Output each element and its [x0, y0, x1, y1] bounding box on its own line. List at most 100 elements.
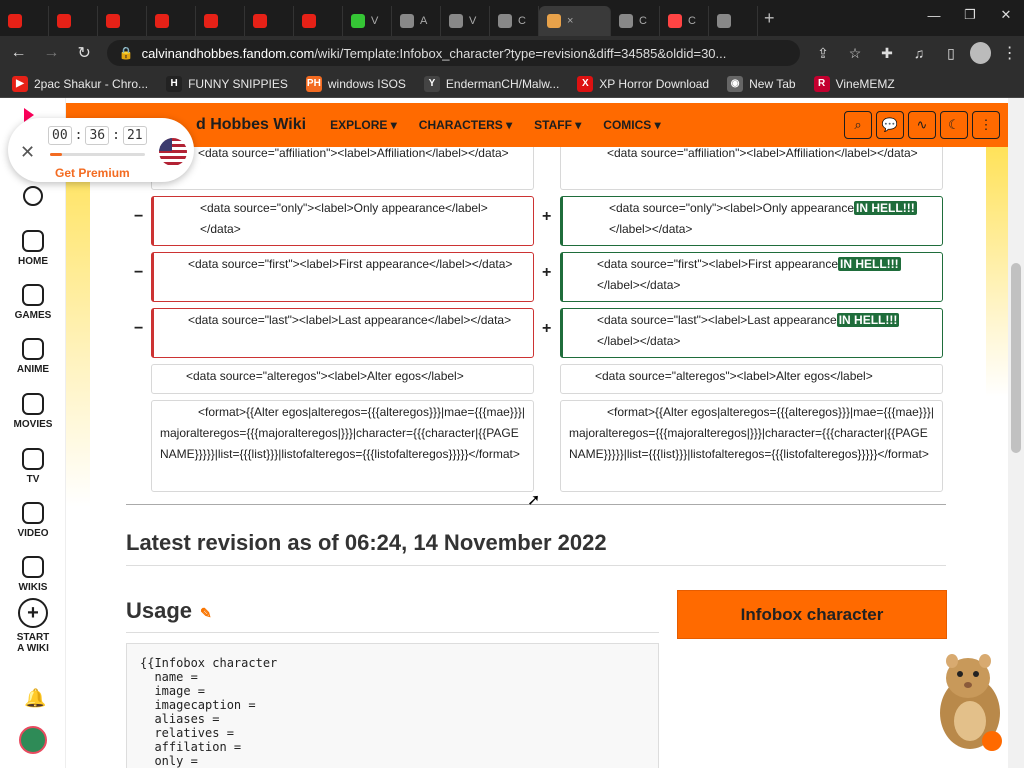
minimize-icon[interactable]: —: [916, 0, 952, 30]
rail-item-video[interactable]: VIDEO: [0, 502, 66, 539]
edit-pencil-icon[interactable]: ✎: [200, 605, 212, 621]
bookmark-label: VineMEMZ: [835, 76, 895, 91]
profile-avatar[interactable]: [969, 42, 992, 64]
bookmark-item[interactable]: ▶ 2pac Shakur - Chro...: [12, 75, 148, 92]
bookmark-icon: PH: [305, 75, 322, 92]
dark-mode-icon[interactable]: ☾: [940, 111, 968, 139]
plus-circle-icon: +: [18, 598, 48, 628]
usage-code-block[interactable]: {{Infobox character name = image = image…: [126, 643, 659, 768]
share-icon[interactable]: ⇪: [810, 40, 836, 66]
browser-tab[interactable]: [98, 6, 147, 36]
page-viewport: <data source="affiliation"><label>Affili…: [0, 98, 1024, 768]
browser-tab[interactable]: V: [343, 6, 392, 36]
bookmark-item[interactable]: R VineMEMZ: [813, 75, 895, 92]
us-flag-icon[interactable]: [159, 138, 187, 166]
bookmark-label: windows ISOS: [327, 76, 406, 91]
timer-progress: [50, 153, 145, 156]
tab-label: V: [469, 15, 477, 27]
tab-favicon-icon: [668, 14, 682, 28]
bookmarks-bar: ▶ 2pac Shakur - Chro... H FUNNY SNIPPIES PH w…: [0, 70, 1024, 98]
bookmark-item[interactable]: PH windows ISOS: [305, 75, 406, 92]
browser-tab[interactable]: V: [441, 6, 490, 36]
scroll-thumb[interactable]: [1011, 263, 1021, 453]
rail-item-home[interactable]: HOME: [0, 230, 66, 267]
nav-staff[interactable]: STAFF ▾: [534, 118, 581, 132]
tab-favicon-icon: [351, 14, 365, 28]
start-wiki-button[interactable]: + START A WIKI: [0, 598, 66, 654]
browser-tab[interactable]: A: [392, 6, 441, 36]
fandom-left-rail: + START A WIKI 🔔 HOME GAMES ANIME MOVIES TV V…: [0, 98, 66, 768]
rail-item-movies[interactable]: MOVIES: [0, 393, 66, 430]
notifications-bell-icon[interactable]: 🔔: [24, 688, 46, 709]
browser-tab[interactable]: [709, 6, 758, 36]
wiki-name[interactable]: d Hobbes Wiki: [196, 116, 306, 134]
wikis-icon: [22, 556, 44, 578]
browser-toolbar: ← → ↻ 🔒 calvinandhobbes.fandom.com/wiki/…: [0, 36, 1024, 70]
address-bar[interactable]: 🔒 calvinandhobbes.fandom.com/wiki/Templa…: [106, 40, 800, 66]
bookmark-item[interactable]: H FUNNY SNIPPIES: [166, 75, 288, 92]
activity-icon[interactable]: ∿: [908, 111, 936, 139]
browser-tab[interactable]: ×: [539, 6, 611, 36]
close-window-icon[interactable]: ✕: [988, 0, 1024, 30]
forward-icon[interactable]: →: [37, 38, 66, 68]
user-avatar[interactable]: [19, 726, 47, 754]
discussions-icon[interactable]: 💬: [876, 111, 904, 139]
star-icon[interactable]: ☆: [842, 40, 868, 66]
media-icon[interactable]: ♫: [906, 40, 932, 66]
browser-tab[interactable]: [0, 6, 49, 36]
back-icon[interactable]: ←: [4, 38, 33, 68]
new-tab-button[interactable]: +: [764, 8, 775, 29]
browser-tab[interactable]: [245, 6, 294, 36]
diff-added-line: <data source="only"><label>Only appearan…: [560, 196, 943, 246]
diff-inserted-text: IN HELL!!!: [838, 257, 901, 271]
bookmark-label: FUNNY SNIPPIES: [188, 76, 288, 91]
games-icon: [22, 284, 44, 306]
browser-tab[interactable]: [49, 6, 98, 36]
diff-context-right: <data source="affiliation"><label>Affili…: [560, 142, 943, 190]
rail-item-tv[interactable]: TV: [0, 448, 66, 485]
reload-icon[interactable]: ↻: [70, 38, 99, 68]
nav-explore[interactable]: EXPLORE ▾: [330, 118, 397, 132]
usage-heading: Usage ✎: [126, 598, 212, 623]
search-icon[interactable]: ⌕: [844, 111, 872, 139]
bookmark-label: XP Horror Download: [599, 76, 710, 91]
tv-icon: [22, 448, 44, 470]
divider: [126, 565, 946, 566]
browser-tab[interactable]: [294, 6, 343, 36]
rail-item-games[interactable]: GAMES: [0, 284, 66, 321]
bookmark-icon: H: [166, 75, 183, 92]
rail-item-wikis[interactable]: WIKIS: [0, 556, 66, 593]
browser-tab[interactable]: [147, 6, 196, 36]
bookmark-item[interactable]: Y EndermanCH/Malw...: [423, 75, 559, 92]
extensions-icon[interactable]: ✚: [874, 40, 900, 66]
rail-item-label: TV: [26, 474, 40, 485]
browser-tab[interactable]: C: [660, 6, 709, 36]
tab-label: A: [420, 15, 428, 27]
nav-characters[interactable]: CHARACTERS ▾: [419, 118, 512, 132]
menu-icon[interactable]: ⋮: [995, 38, 1024, 68]
bookmark-item[interactable]: X XP Horror Download: [577, 75, 710, 92]
bookmark-item[interactable]: ◉ New Tab: [727, 75, 796, 92]
get-premium-link[interactable]: Get Premium: [55, 166, 130, 180]
url-text[interactable]: calvinandhobbes.fandom.com/wiki/Template…: [142, 46, 727, 61]
page-scrollbar[interactable]: [1008, 98, 1024, 768]
rail-item-label: VIDEO: [17, 528, 49, 539]
sidepanel-icon[interactable]: ▯: [938, 40, 964, 66]
nav-comics[interactable]: COMICS ▾: [603, 118, 660, 132]
maximize-icon[interactable]: ❐: [952, 0, 988, 30]
browser-tab-strip: V A V C × C C +: [0, 0, 1024, 36]
browser-tab[interactable]: [196, 6, 245, 36]
browser-tab[interactable]: C: [490, 6, 539, 36]
rail-item-anime[interactable]: ANIME: [0, 338, 66, 375]
tab-favicon-icon: [547, 14, 561, 28]
diff-context-right: <format>{{Alter egos|alteregos={{{altere…: [560, 400, 943, 492]
diff-context-left: <data source="alteregos"><label>Alter eg…: [151, 364, 534, 394]
diff-minus-marker: −: [134, 264, 144, 281]
tab-favicon-icon: [204, 14, 218, 28]
more-icon[interactable]: ⋮: [972, 111, 1000, 139]
search-icon[interactable]: [23, 186, 43, 206]
browser-tab[interactable]: C: [611, 6, 660, 36]
close-icon[interactable]: ✕: [20, 142, 35, 163]
bookmark-icon: ◉: [727, 75, 744, 92]
video-icon: [22, 502, 44, 524]
